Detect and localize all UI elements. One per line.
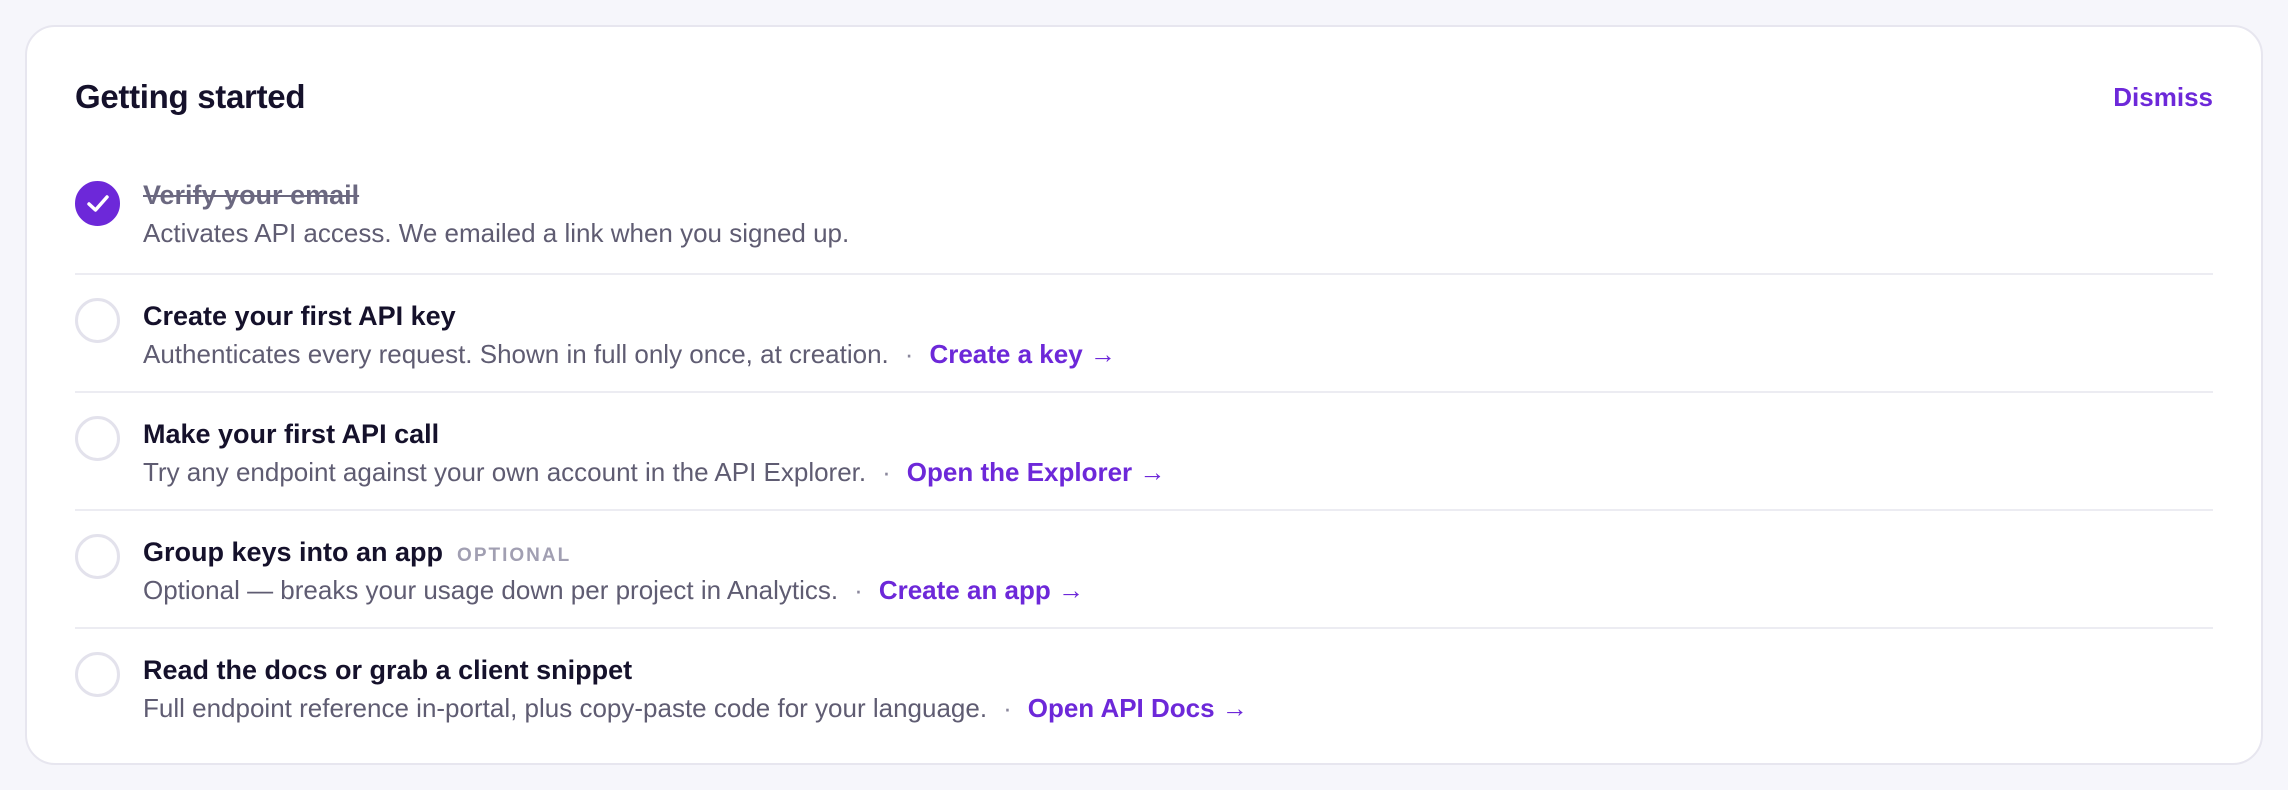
steps-list: Verify your email Activates API access. … <box>75 157 2213 747</box>
step-verify-email: Verify your email Activates API access. … <box>75 157 2213 275</box>
step-description: Full endpoint reference in-portal, plus … <box>143 693 988 723</box>
separator-dot: · <box>1003 693 1012 723</box>
step-group-keys-app: Group keys into an app OPTIONAL Optional… <box>75 511 2213 629</box>
step-title-row: Make your first API call <box>143 419 2213 453</box>
step-title: Verify your email <box>143 180 360 210</box>
step-title: Make your first API call <box>143 419 440 449</box>
step-description: Activates API access. We emailed a link … <box>143 218 850 248</box>
dismiss-button[interactable]: Dismiss <box>2113 82 2213 113</box>
step-description-row: Full endpoint reference in-portal, plus … <box>143 693 2213 724</box>
open-api-docs-link[interactable]: Open API Docs → <box>1028 693 1248 724</box>
checkmark-icon <box>87 195 109 212</box>
step-description-row: Authenticates every request. Shown in fu… <box>143 339 2213 370</box>
step-description: Try any endpoint against your own accoun… <box>143 457 867 487</box>
step-body: Read the docs or grab a client snippet F… <box>143 655 2213 724</box>
empty-circle-icon[interactable] <box>75 652 120 697</box>
empty-circle-icon[interactable] <box>75 534 120 579</box>
step-first-api-call: Make your first API call Try any endpoin… <box>75 393 2213 511</box>
getting-started-card: Getting started Dismiss Verify your emai… <box>25 25 2263 765</box>
optional-badge: OPTIONAL <box>457 545 572 566</box>
step-title: Create your first API key <box>143 301 456 331</box>
card-header: Getting started Dismiss <box>75 75 2213 119</box>
step-checkbox-completed[interactable] <box>75 181 120 226</box>
separator-dot: · <box>882 457 891 487</box>
step-title-row: Group keys into an app OPTIONAL <box>143 537 2213 571</box>
step-body: Make your first API call Try any endpoin… <box>143 419 2213 488</box>
step-description-row: Optional — breaks your usage down per pr… <box>143 575 2213 606</box>
step-create-api-key: Create your first API key Authenticates … <box>75 275 2213 393</box>
step-description: Optional — breaks your usage down per pr… <box>143 575 839 605</box>
step-title-row: Verify your email <box>143 180 2213 214</box>
step-body: Create your first API key Authenticates … <box>143 301 2213 370</box>
separator-dot: · <box>854 575 863 605</box>
create-key-link[interactable]: Create a key → <box>929 339 1115 370</box>
step-description: Authenticates every request. Shown in fu… <box>143 339 889 369</box>
step-title-row: Read the docs or grab a client snippet <box>143 655 2213 689</box>
step-title: Group keys into an app <box>143 537 444 567</box>
open-explorer-link[interactable]: Open the Explorer → <box>907 457 1166 488</box>
separator-dot: · <box>904 339 914 369</box>
step-body: Verify your email Activates API access. … <box>143 180 2213 249</box>
empty-circle-icon[interactable] <box>75 416 120 461</box>
step-body: Group keys into an app OPTIONAL Optional… <box>143 537 2213 606</box>
step-description-row: Activates API access. We emailed a link … <box>143 218 2213 249</box>
step-title: Read the docs or grab a client snippet <box>143 655 633 685</box>
step-title-row: Create your first API key <box>143 301 2213 335</box>
step-read-docs: Read the docs or grab a client snippet F… <box>75 629 2213 747</box>
card-title: Getting started <box>75 78 306 115</box>
empty-circle-icon[interactable] <box>75 298 120 343</box>
create-app-link[interactable]: Create an app → <box>879 575 1084 606</box>
step-description-row: Try any endpoint against your own accoun… <box>143 457 2213 488</box>
